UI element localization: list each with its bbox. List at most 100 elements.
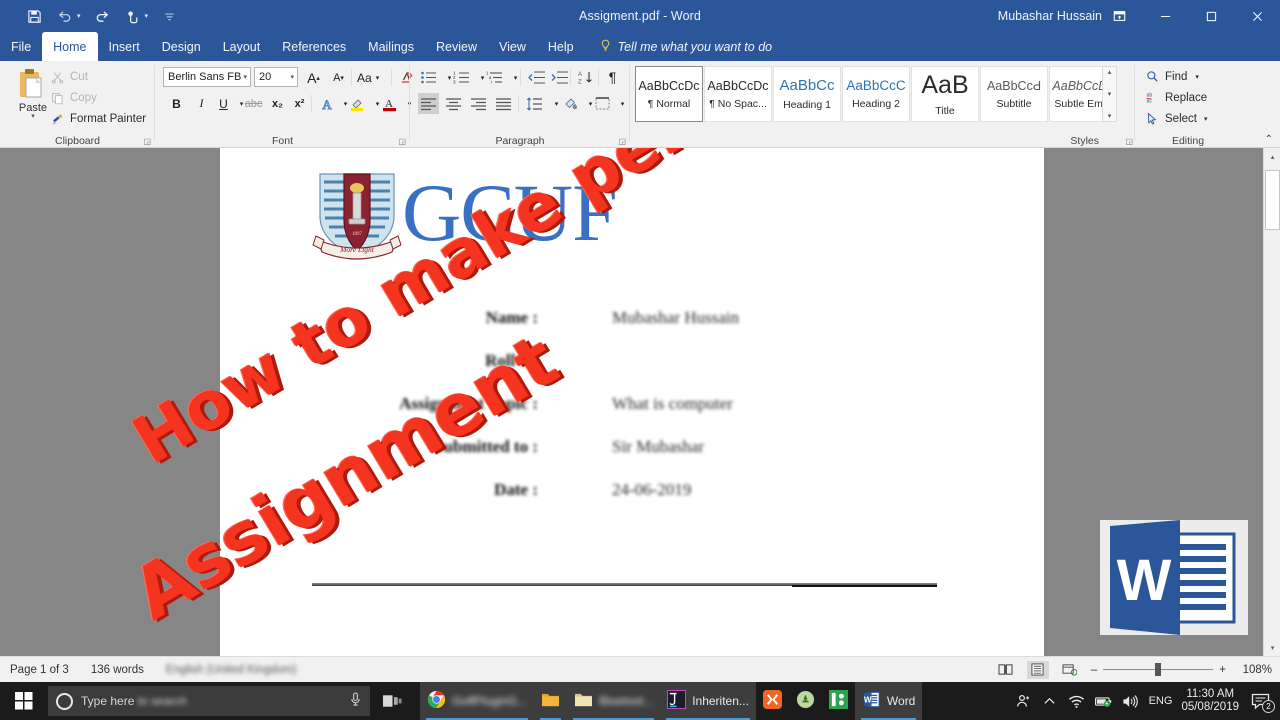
align-left-icon[interactable]	[418, 93, 439, 114]
paragraph-dialog-launcher[interactable]: ◲	[618, 137, 626, 146]
zoom-level[interactable]: 108%	[1236, 664, 1272, 676]
tab-review[interactable]: Review	[425, 32, 488, 61]
decrease-indent-icon[interactable]	[526, 67, 547, 88]
taskbar-item-intellij[interactable]: Inheriten...	[660, 682, 756, 720]
select-button[interactable]: Select ▾	[1145, 109, 1207, 128]
superscript-button[interactable]: x²	[289, 93, 310, 114]
tab-help[interactable]: Help	[537, 32, 585, 61]
taskbar-item-android-studio[interactable]	[789, 682, 822, 720]
font-size-combobox[interactable]: 20 ▾	[254, 67, 298, 87]
tab-design[interactable]: Design	[151, 32, 212, 61]
taskbar-item-word[interactable]: W Word	[854, 682, 923, 720]
scroll-up-icon[interactable]: ▴	[1108, 68, 1112, 76]
change-case-button[interactable]: Aa ▾	[357, 67, 379, 88]
taskbar-item-bluetooth[interactable]: Bluetoot...	[567, 682, 661, 720]
subscript-button[interactable]: x₂	[267, 93, 288, 114]
justify-icon[interactable]	[493, 93, 514, 114]
styles-gallery-scroll[interactable]: ▴ ▾ ▾	[1102, 66, 1117, 122]
select-caret[interactable]: ▾	[1204, 115, 1208, 123]
zoom-track[interactable]	[1103, 663, 1214, 676]
style-title[interactable]: AaB Title	[911, 66, 979, 122]
taskbar-item-folder[interactable]	[534, 682, 568, 720]
tab-references[interactable]: References	[271, 32, 357, 61]
search-input[interactable]: Type here to search	[48, 686, 370, 716]
zoom-in-button[interactable]: +	[1219, 664, 1226, 676]
ribbon-display-options-icon[interactable]	[1104, 0, 1134, 32]
print-layout-icon[interactable]	[1026, 660, 1049, 679]
scroll-up-icon[interactable]: ▴	[1264, 148, 1280, 165]
people-icon[interactable]	[1014, 692, 1032, 710]
style-heading-1[interactable]: AaBbCс Heading 1	[773, 66, 841, 122]
align-center-icon[interactable]	[443, 93, 464, 114]
style-normal[interactable]: AaBbCcDc ¶ Normal	[635, 66, 703, 122]
language-indicator[interactable]: ENG	[1149, 695, 1173, 707]
wifi-icon[interactable]	[1068, 692, 1086, 710]
text-effects-icon[interactable]: A	[316, 93, 337, 114]
tab-insert[interactable]: Insert	[98, 32, 151, 61]
multilevel-caret[interactable]: ▾	[505, 67, 526, 88]
format-painter-button[interactable]: Format Painter	[50, 110, 146, 128]
numbering-icon[interactable]: 123	[451, 67, 472, 88]
clipboard-dialog-launcher[interactable]: ◲	[143, 137, 151, 146]
taskbar-item-chrome[interactable]: GoffPluginG...	[420, 682, 535, 720]
minimize-icon[interactable]	[1142, 0, 1188, 32]
shading-icon[interactable]	[560, 93, 581, 114]
zoom-thumb[interactable]	[1155, 663, 1162, 676]
paste-dropdown-caret[interactable]: ▾	[31, 113, 35, 120]
vertical-scrollbar[interactable]: ▴ ▾	[1263, 148, 1280, 656]
web-layout-icon[interactable]	[1059, 661, 1081, 679]
tab-view[interactable]: View	[488, 32, 537, 61]
tab-file[interactable]: File	[0, 32, 42, 61]
font-dialog-launcher[interactable]: ◲	[398, 137, 406, 146]
bullets-icon[interactable]	[418, 67, 439, 88]
zoom-slider[interactable]: – +	[1091, 663, 1226, 676]
show-hidden-icons-icon[interactable]	[1041, 692, 1059, 710]
close-icon[interactable]	[1234, 0, 1280, 32]
highlight-icon[interactable]	[347, 93, 368, 114]
cut-button[interactable]: Cut	[50, 68, 88, 86]
tab-mailings[interactable]: Mailings	[357, 32, 425, 61]
show-formatting-marks-button[interactable]: ¶	[602, 66, 623, 87]
borders-icon[interactable]	[592, 93, 613, 114]
clock[interactable]: 11:30 AM 05/08/2019	[1181, 688, 1239, 714]
replace-button[interactable]: ab ac Replace	[1145, 88, 1207, 107]
increase-indent-icon[interactable]	[549, 67, 570, 88]
microphone-icon[interactable]	[349, 692, 362, 710]
font-color-icon[interactable]: A	[379, 93, 400, 114]
bold-button[interactable]: B	[166, 93, 187, 114]
styles-more-icon[interactable]: ▾	[1108, 112, 1112, 120]
task-view-icon[interactable]	[370, 682, 414, 720]
restore-icon[interactable]	[1188, 0, 1234, 32]
shrink-font-button[interactable]: A ▾	[328, 67, 349, 88]
account-name[interactable]: Mubashar Hussain	[998, 0, 1102, 32]
align-right-icon[interactable]	[468, 93, 489, 114]
volume-icon[interactable]	[1122, 692, 1140, 710]
tab-layout[interactable]: Layout	[212, 32, 272, 61]
tab-home[interactable]: Home	[42, 32, 98, 61]
styles-dialog-launcher[interactable]: ◲	[1125, 137, 1133, 146]
find-caret[interactable]: ▾	[1195, 73, 1199, 81]
find-button[interactable]: Find ▾	[1145, 67, 1199, 86]
font-name-combobox[interactable]: Berlin Sans FB ▾	[163, 67, 251, 87]
copy-button[interactable]: Copy	[50, 89, 97, 107]
windows-start-icon[interactable]	[0, 682, 48, 720]
read-mode-icon[interactable]	[995, 661, 1017, 679]
collapse-ribbon-icon[interactable]: ⌃	[1265, 134, 1273, 145]
strikethrough-button[interactable]: abc	[243, 93, 264, 114]
word-count[interactable]: 136 words	[91, 664, 144, 676]
scroll-down-icon[interactable]: ▾	[1264, 639, 1280, 656]
line-spacing-icon[interactable]	[524, 93, 545, 114]
scroll-down-icon[interactable]: ▾	[1108, 90, 1112, 98]
italic-button[interactable]: I	[191, 93, 212, 114]
battery-icon[interactable]	[1094, 692, 1113, 710]
page-indicator[interactable]: Page 1 of 3	[10, 664, 69, 676]
taskbar-item-green-app[interactable]	[822, 682, 855, 720]
document-page[interactable]: 1897 More Light GCUF Name : Mubashar Hus…	[220, 148, 1044, 656]
language-indicator[interactable]: English (United Kingdom)	[166, 664, 296, 676]
style-no-spacing[interactable]: AaBbCcDc ¶ No Spac...	[704, 66, 772, 122]
grow-font-button[interactable]: A ▴	[303, 67, 324, 88]
taskbar-item-orange-app[interactable]	[756, 682, 789, 720]
multilevel-list-icon[interactable]: 1ai	[484, 67, 505, 88]
style-heading-2[interactable]: AaBbCcС Heading 2	[842, 66, 910, 122]
style-subtitle[interactable]: AaBbCcԀ Subtitle	[980, 66, 1048, 122]
